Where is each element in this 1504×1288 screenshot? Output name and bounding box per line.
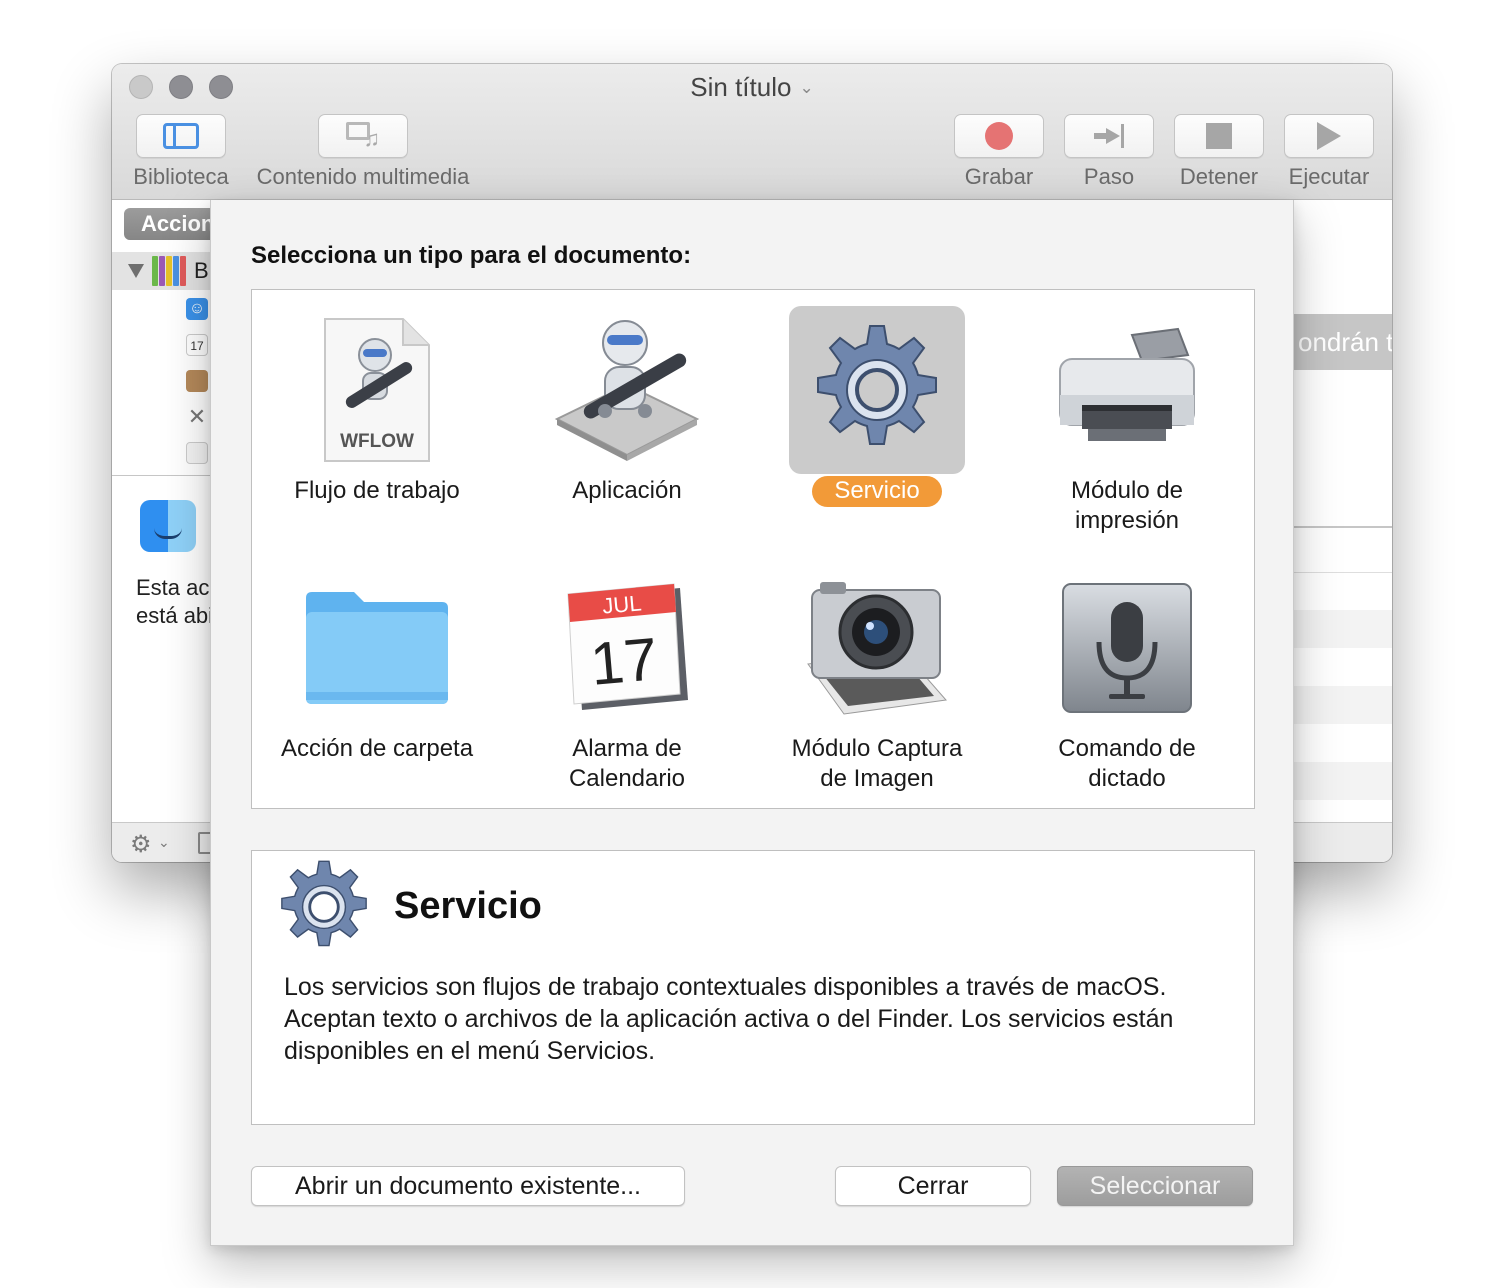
library-books-icon (152, 256, 186, 286)
folder-icon (289, 564, 465, 732)
type-folder-action[interactable]: Acción de carpeta (252, 554, 502, 812)
workflow-badge-text: WFLOW (340, 431, 414, 452)
stop-label: Detener (1179, 164, 1259, 189)
close-button[interactable]: Cerrar (835, 1166, 1031, 1206)
workflow-file-icon: WFLOW (289, 306, 465, 474)
finder-icon[interactable]: ☺ (186, 298, 208, 320)
library-label: Biblioteca (133, 164, 229, 189)
document-type-grid: WFLOW Flujo de trabajo Aplicación Servic… (251, 289, 1255, 809)
table-row (1292, 610, 1392, 648)
type-label: Comando de dictado (1058, 735, 1196, 792)
action-gear-icon[interactable]: ⚙ (130, 830, 152, 859)
gear-icon (274, 857, 374, 957)
finder-large-icon (140, 500, 196, 552)
record-icon (985, 122, 1013, 150)
table-row (1292, 762, 1392, 800)
selected-type-label: Servicio (812, 476, 942, 507)
microphone-icon (1039, 564, 1215, 732)
document-type-sheet: Selecciona un tipo para el documento: WF… (210, 200, 1294, 1246)
type-workflow[interactable]: WFLOW Flujo de trabajo (252, 296, 502, 554)
type-label: Servicio (752, 476, 1002, 507)
sheet-title: Selecciona un tipo para el documento: (251, 242, 692, 269)
type-calendar-alarm[interactable]: JUL 17 Alarma de Calendario (502, 554, 752, 812)
type-application[interactable]: Aplicación (502, 296, 752, 554)
sidebar-icon (163, 123, 199, 149)
printer-icon (1039, 306, 1215, 474)
info-title: Servicio (394, 885, 542, 927)
window-title[interactable]: Sin título ⌄ (112, 72, 1392, 103)
chevron-down-icon[interactable]: ⌄ (158, 834, 170, 851)
table-row (1292, 686, 1392, 724)
content-divider (1292, 526, 1392, 528)
library-toggle-button[interactable] (136, 114, 226, 158)
calendar-icon: JUL 17 (539, 564, 715, 732)
disclosure-triangle-icon[interactable] (128, 264, 144, 278)
calendar-day-text: 17 (588, 625, 660, 698)
chevron-down-icon: ⌄ (799, 78, 814, 97)
calendar-month-text: JUL (601, 590, 642, 618)
open-existing-button[interactable]: Abrir un documento existente... (251, 1166, 685, 1206)
utilities-icon[interactable]: ✕ (186, 406, 208, 428)
media-button[interactable]: ♫ (318, 114, 408, 158)
step-icon (1094, 124, 1124, 148)
run-label: Ejecutar (1288, 164, 1370, 189)
step-button[interactable] (1064, 114, 1154, 158)
window-title-text: Sin título (690, 72, 792, 102)
row-divider (1292, 572, 1392, 573)
media-icon: ♫ (346, 122, 380, 150)
type-print-plugin[interactable]: Módulo de impresión (1002, 296, 1252, 554)
type-dictation-command[interactable]: Comando de dictado (1002, 554, 1252, 812)
type-label: Módulo de impresión (1070, 477, 1184, 534)
camera-icon (789, 564, 965, 732)
select-button[interactable]: Seleccionar (1057, 1166, 1253, 1206)
stop-button[interactable] (1174, 114, 1264, 158)
media-label: Contenido multimedia (256, 164, 470, 189)
sidebar-divider (112, 475, 212, 476)
calendar-icon[interactable]: 17 (186, 334, 208, 356)
type-label: Alarma de Calendario (568, 735, 686, 792)
contacts-icon[interactable] (186, 370, 208, 392)
type-label: Aplicación (572, 477, 682, 504)
type-label: Módulo Captura de Imagen (791, 735, 963, 792)
record-button[interactable] (954, 114, 1044, 158)
document-icon[interactable] (186, 442, 208, 464)
info-description: Los servicios son flujos de trabajo cont… (284, 973, 1174, 1065)
type-label: Acción de carpeta (280, 735, 474, 762)
workflow-hint-banner: ondrán tu (1292, 314, 1392, 370)
step-label: Paso (1083, 164, 1135, 189)
record-label: Grabar (964, 164, 1034, 189)
type-info-panel: Servicio Los servicios son flujos de tra… (251, 850, 1255, 1125)
type-image-capture[interactable]: Módulo Captura de Imagen (752, 554, 1002, 812)
run-button[interactable] (1284, 114, 1374, 158)
stop-icon (1206, 123, 1232, 149)
gear-icon (789, 306, 965, 474)
automator-robot-icon (539, 306, 715, 474)
type-service[interactable]: Servicio (752, 296, 1002, 554)
type-label: Flujo de trabajo (294, 477, 460, 504)
window-titlebar: Sin título ⌄ Biblioteca ♫ Contenido multi… (112, 64, 1392, 200)
play-icon (1317, 122, 1341, 150)
